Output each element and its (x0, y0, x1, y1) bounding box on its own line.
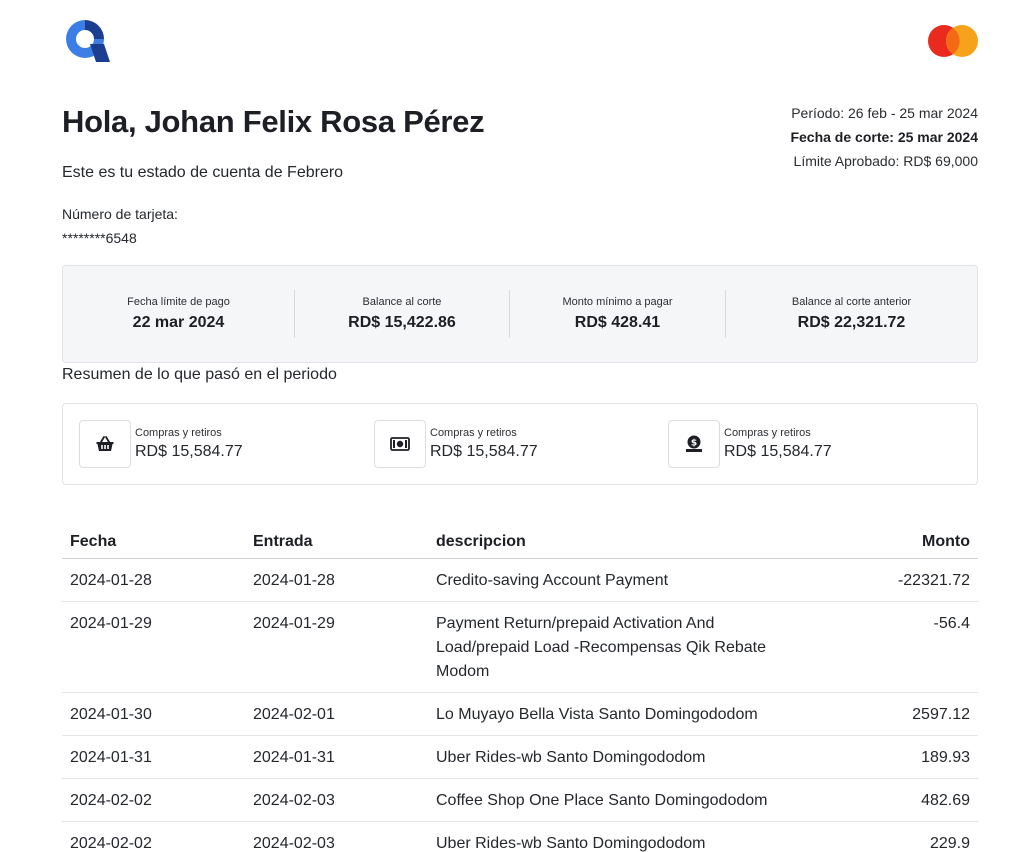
cell-amount: 482.69 (818, 778, 978, 822)
cell-entry: 2024-02-03 (245, 821, 428, 852)
table-row: 2024-01-31 2024-01-31 Uber Rides-wb Sant… (62, 735, 978, 779)
qik-logo-icon (66, 20, 110, 62)
cutoff-date-text: Fecha de corte: 25 mar 2024 (790, 129, 978, 145)
column-header-description: descripcion (428, 522, 818, 559)
approved-limit-text: Límite Aprobado: RD$ 69,000 (793, 153, 978, 169)
summary-value: RD$ 22,321.72 (797, 314, 906, 331)
movement-item: Compras y retiros RD$ 15,584.77 (374, 420, 538, 468)
cell-date: 2024-01-28 (62, 558, 245, 602)
movement-label: Compras y retiros (135, 427, 222, 439)
money-bag-icon: $ (668, 420, 720, 468)
table-header-row: Fecha Entrada descripcion Monto (62, 522, 978, 559)
cell-date: 2024-01-29 (62, 601, 245, 693)
movement-amount: RD$ 15,584.77 (135, 443, 243, 460)
column-header-date: Fecha (62, 522, 245, 559)
period-info: Período: 26 feb - 25 mar 2024 Fecha de c… (790, 101, 978, 173)
table-row: 2024-01-30 2024-02-01 Lo Muyayo Bella Vi… (62, 692, 978, 736)
cell-amount: 229.9 (818, 821, 978, 852)
summary-label: Balance al corte (362, 296, 442, 308)
cell-entry: 2024-02-03 (245, 778, 428, 822)
summary-label: Fecha límite de pago (127, 296, 230, 308)
movements-summary: Compras y retiros RD$ 15,584.77 Compras … (62, 403, 978, 485)
cell-amount: -22321.72 (818, 558, 978, 602)
summary-cutoff-balance: Balance al corte RD$ 15,422.86 (295, 290, 510, 338)
cell-date: 2024-02-02 (62, 778, 245, 822)
movement-amount: RD$ 15,584.77 (724, 443, 832, 460)
cell-amount: -56.4 (818, 601, 978, 693)
period-text: Período: 26 feb - 25 mar 2024 (791, 105, 978, 121)
cell-description: Credito-saving Account Payment (428, 558, 818, 602)
movement-label: Compras y retiros (724, 427, 811, 439)
cell-description: Lo Muyayo Bella Vista Santo Domingododom (428, 692, 818, 736)
table-row: 2024-01-29 2024-01-29 Payment Return/pre… (62, 601, 978, 693)
period-summary-title: Resumen de lo que pasó en el periodo (62, 366, 337, 383)
movement-label: Compras y retiros (430, 427, 517, 439)
cell-description: Uber Rides-wb Santo Domingododom (428, 821, 818, 852)
table-row: 2024-02-02 2024-02-03 Uber Rides-wb Sant… (62, 821, 978, 852)
cash-icon (374, 420, 426, 468)
summary-value: 22 mar 2024 (132, 314, 225, 331)
card-number-label: Número de tarjeta: (62, 206, 178, 222)
summary-label: Balance al corte anterior (791, 296, 912, 308)
cell-entry: 2024-01-28 (245, 558, 428, 602)
card-number-value: ********6548 (62, 230, 137, 246)
cell-entry: 2024-01-29 (245, 601, 428, 693)
column-header-amount: Monto (818, 522, 978, 559)
summary-value: RD$ 428.41 (574, 314, 661, 331)
cell-description: Uber Rides-wb Santo Domingododom (428, 735, 818, 779)
cell-date: 2024-01-31 (62, 735, 245, 779)
cell-entry: 2024-01-31 (245, 735, 428, 779)
table-row: 2024-01-28 2024-01-28 Credito-saving Acc… (62, 558, 978, 602)
svg-text:$: $ (691, 439, 697, 449)
cell-date: 2024-01-30 (62, 692, 245, 736)
mastercard-icon (928, 25, 978, 57)
cell-description: Coffee Shop One Place Santo Domingododom (428, 778, 818, 822)
shopping-basket-icon (79, 420, 131, 468)
cell-amount: 2597.12 (818, 692, 978, 736)
table-row: 2024-02-02 2024-02-03 Coffee Shop One Pl… (62, 778, 978, 822)
summary-minimum-payment: Monto mínimo a pagar RD$ 428.41 (510, 290, 726, 338)
cell-amount: 189.93 (818, 735, 978, 779)
movement-amount: RD$ 15,584.77 (430, 443, 538, 460)
cell-description: Payment Return/prepaid Activation And Lo… (428, 601, 818, 693)
cell-date: 2024-02-02 (62, 821, 245, 852)
balance-summary: Fecha límite de pago 22 mar 2024 Balance… (62, 265, 978, 363)
cell-entry: 2024-02-01 (245, 692, 428, 736)
summary-label: Monto mínimo a pagar (562, 296, 673, 308)
transactions-table: Fecha Entrada descripcion Monto 2024-01-… (62, 522, 978, 852)
summary-value: RD$ 15,422.86 (348, 314, 456, 331)
movement-item: Compras y retiros RD$ 15,584.77 (79, 420, 243, 468)
summary-previous-balance: Balance al corte anterior RD$ 22,321.72 (726, 290, 977, 338)
summary-payment-due: Fecha límite de pago 22 mar 2024 (63, 290, 295, 338)
movement-item: $ Compras y retiros RD$ 15,584.77 (668, 420, 832, 468)
column-header-entry: Entrada (245, 522, 428, 559)
statement-subtitle: Este es tu estado de cuenta de Febrero (62, 164, 344, 181)
page-title: Hola, Johan Felix Rosa Pérez (62, 104, 485, 139)
